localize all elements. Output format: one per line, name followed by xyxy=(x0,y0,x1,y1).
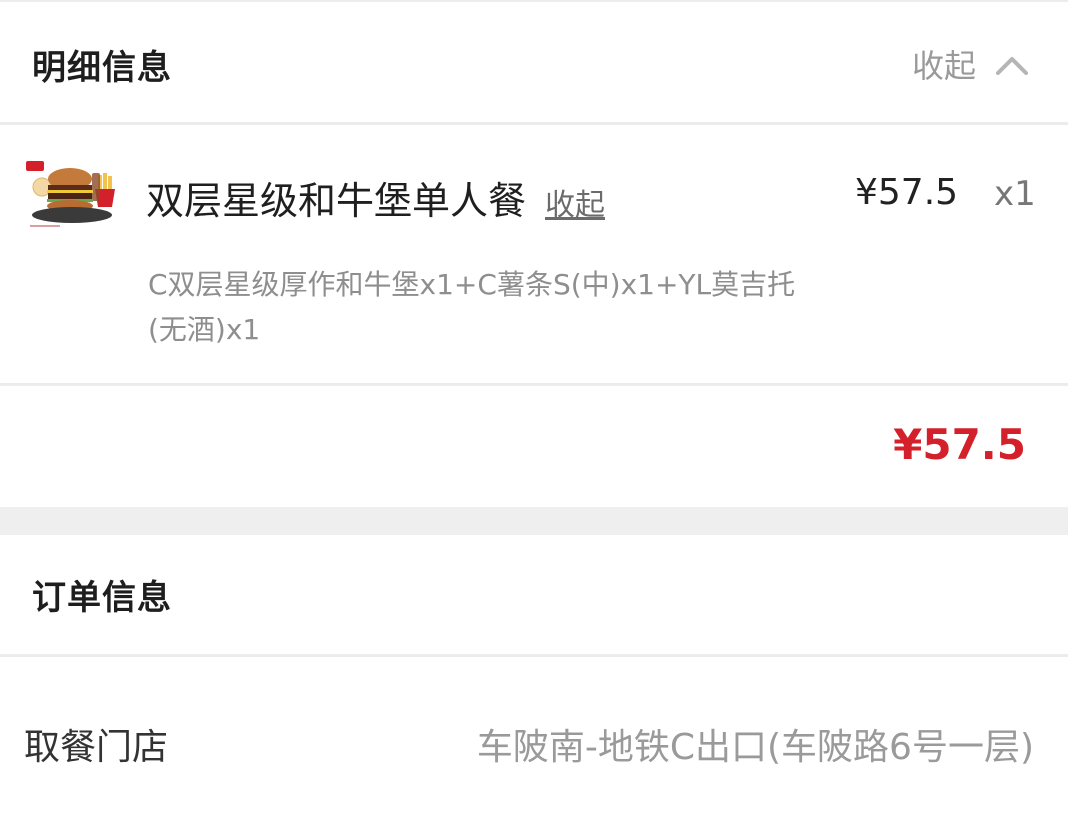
detail-section-header: 明细信息 收起 xyxy=(0,2,1068,122)
pickup-store-label: 取餐门店 xyxy=(24,727,169,768)
item-price: ¥57.5 xyxy=(855,172,959,213)
collapse-detail-label: 收起 xyxy=(911,47,976,85)
total-price: ¥57.5 xyxy=(893,420,1026,469)
item-collapse-link[interactable]: 收起 xyxy=(545,180,605,224)
pickup-store-value: 车陂南-地铁C出口(车陂路6号一层) xyxy=(476,727,1034,768)
section-separator xyxy=(0,507,1068,535)
item-name: 双层星级和牛堡单人餐 xyxy=(146,179,527,223)
detail-section-title: 明细信息 xyxy=(32,48,172,88)
order-item-row: 双层星级和牛堡单人餐 收起 ¥57.5 x1 C双层星级厚作和牛堡x1+C薯条S… xyxy=(0,125,1068,383)
order-header-divider xyxy=(0,654,1068,657)
item-description: C双层星级厚作和牛堡x1+C薯条S(中)x1+YL莫吉托(无酒)x1 xyxy=(148,268,796,346)
chevron-up-icon xyxy=(996,57,1028,75)
collapse-detail-button[interactable]: 收起 xyxy=(912,42,1030,86)
item-quantity: x1 xyxy=(994,174,1036,214)
item-divider xyxy=(0,383,1068,386)
order-section-title: 订单信息 xyxy=(32,578,172,618)
burger-meal-thumbnail-icon xyxy=(24,159,118,231)
